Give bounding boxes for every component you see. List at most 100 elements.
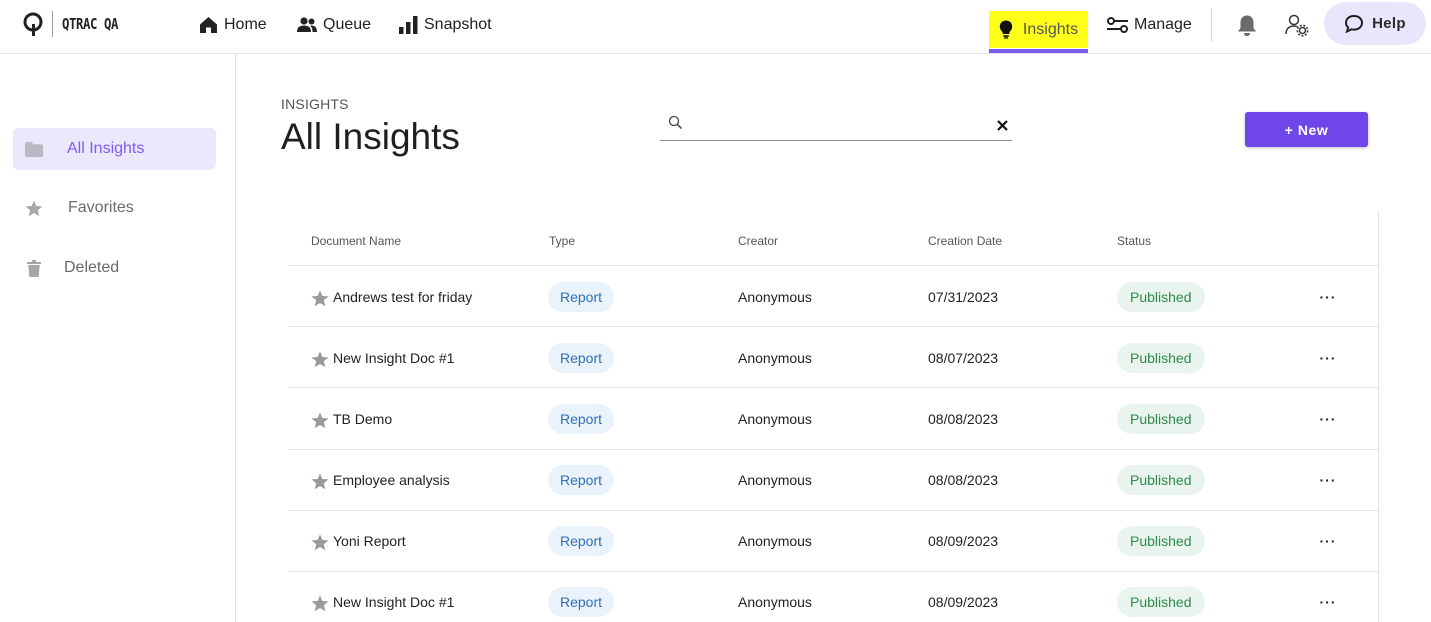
type-badge[interactable]: Report — [548, 342, 615, 373]
column-header-type[interactable]: Type — [549, 234, 575, 248]
nav-home-label: Home — [224, 16, 267, 33]
document-name-cell[interactable]: TB Demo — [311, 388, 392, 449]
type-badge[interactable]: Report — [548, 465, 615, 496]
nav-manage[interactable]: Manage — [1107, 12, 1192, 38]
table-row[interactable]: New Insight Doc #1 Report Anonymous 08/0… — [288, 572, 1379, 622]
creator-cell: Anonymous — [738, 288, 812, 305]
brand-logo[interactable]: QTRAC QA — [22, 9, 130, 39]
creator-cell: Anonymous — [738, 410, 812, 427]
status-badge: Published — [1117, 403, 1205, 434]
search-input[interactable] — [692, 112, 982, 138]
creation-date-cell: 08/08/2023 — [928, 410, 999, 427]
nav-insights[interactable]: Insights — [989, 11, 1088, 48]
nav-snapshot-label: Snapshot — [424, 16, 492, 33]
type-cell: Report — [548, 572, 615, 622]
bell-icon[interactable] — [1237, 14, 1257, 37]
star-icon[interactable] — [311, 473, 329, 490]
section-eyebrow: INSIGHTS — [281, 96, 349, 112]
nav-snapshot[interactable]: Snapshot — [399, 12, 492, 38]
document-name: Andrews test for friday — [333, 288, 473, 305]
star-icon[interactable] — [311, 534, 329, 551]
type-badge[interactable]: Report — [548, 403, 615, 434]
brand-name: QTRAC QA — [62, 15, 118, 33]
page-title: All Insights — [281, 116, 460, 157]
close-icon[interactable] — [997, 120, 1008, 131]
document-name-cell[interactable]: Andrews test for friday — [311, 266, 472, 327]
table-row[interactable]: Employee analysis Report Anonymous 08/08… — [288, 450, 1379, 511]
creation-date-cell: 08/08/2023 — [928, 472, 999, 489]
column-header-creator[interactable]: Creator — [738, 234, 778, 248]
status-badge: Published — [1117, 342, 1205, 373]
status-badge: Published — [1117, 526, 1205, 557]
document-name-cell[interactable]: New Insight Doc #1 — [311, 327, 454, 388]
star-icon[interactable] — [311, 412, 329, 429]
star-icon[interactable] — [311, 595, 329, 612]
qtrac-logo-icon — [23, 12, 43, 36]
more-options-icon[interactable]: ··· — [1313, 450, 1343, 511]
sidebar-item-all-insights[interactable]: All Insights — [13, 128, 216, 170]
sidebar-item-deleted[interactable]: Deleted — [13, 247, 216, 289]
table-header: Document Name Type Creator Creation Date… — [288, 212, 1379, 266]
status-badge: Published — [1117, 465, 1205, 496]
chat-bubble-icon — [1345, 14, 1364, 33]
table-row[interactable]: New Insight Doc #1 Report Anonymous 08/0… — [288, 327, 1379, 389]
status-badge: Published — [1117, 281, 1205, 312]
type-badge[interactable]: Report — [548, 526, 615, 557]
nav-home[interactable]: Home — [199, 12, 267, 38]
people-icon — [297, 17, 317, 32]
status-cell: Published — [1117, 327, 1205, 388]
creator-cell: Anonymous — [738, 533, 812, 550]
more-options-icon[interactable]: ··· — [1313, 572, 1343, 622]
column-header-status[interactable]: Status — [1117, 234, 1151, 248]
column-header-creation-date[interactable]: Creation Date — [928, 234, 1002, 248]
column-header-document-name[interactable]: Document Name — [311, 234, 401, 248]
status-cell: Published — [1117, 572, 1205, 622]
trash-icon — [13, 259, 55, 277]
document-name: TB Demo — [333, 410, 393, 427]
creation-date-cell: 07/31/2023 — [928, 288, 999, 305]
type-cell: Report — [548, 511, 615, 572]
sidebar-item-favorites[interactable]: Favorites — [13, 187, 216, 229]
creator-cell: Anonymous — [738, 594, 812, 611]
table-row[interactable]: TB Demo Report Anonymous 08/08/2023 Publ… — [288, 388, 1379, 450]
type-cell: Report — [548, 450, 615, 511]
new-insight-button[interactable]: + New — [1245, 112, 1368, 147]
document-name: Employee analysis — [333, 472, 450, 489]
table-body: Andrews test for friday Report Anonymous… — [288, 266, 1379, 622]
sidebar-item-label: Favorites — [68, 199, 134, 216]
more-options-icon[interactable]: ··· — [1313, 511, 1343, 572]
home-icon — [200, 17, 217, 33]
document-name-cell[interactable]: New Insight Doc #1 — [311, 572, 454, 622]
brand-divider — [52, 11, 53, 37]
document-name-cell[interactable]: Employee analysis — [311, 450, 450, 511]
status-cell: Published — [1117, 450, 1205, 511]
nav-insights-label: Insights — [1022, 20, 1079, 38]
creation-date-cell: 08/09/2023 — [928, 533, 999, 550]
creator-cell: Anonymous — [738, 349, 812, 366]
table-row[interactable]: Andrews test for friday Report Anonymous… — [288, 266, 1379, 328]
type-cell: Report — [548, 388, 615, 449]
type-cell: Report — [548, 327, 615, 388]
table-row[interactable]: Yoni Report Report Anonymous 08/09/2023 … — [288, 511, 1379, 572]
nav-manage-label: Manage — [1134, 16, 1192, 33]
star-icon[interactable] — [311, 290, 329, 307]
star-icon[interactable] — [311, 351, 329, 368]
sidebar-item-label: All Insights — [67, 140, 145, 157]
search-bar — [660, 110, 1012, 141]
search-icon — [668, 115, 683, 130]
star-icon — [13, 200, 55, 217]
help-button[interactable]: Help — [1324, 2, 1426, 45]
type-badge[interactable]: Report — [548, 281, 615, 312]
bar-chart-icon — [399, 16, 418, 34]
sidebar: All Insights Favorites Deleted — [0, 54, 236, 622]
document-name-cell[interactable]: Yoni Report — [311, 511, 406, 572]
status-badge: Published — [1117, 587, 1205, 618]
more-options-icon[interactable]: ··· — [1313, 388, 1343, 449]
user-settings-icon[interactable] — [1285, 13, 1309, 37]
more-options-icon[interactable]: ··· — [1313, 266, 1343, 327]
type-badge[interactable]: Report — [548, 587, 615, 618]
more-options-icon[interactable]: ··· — [1313, 327, 1343, 388]
document-name: New Insight Doc #1 — [333, 349, 455, 366]
nav-queue[interactable]: Queue — [297, 12, 371, 38]
sidebar-item-label: Deleted — [64, 259, 120, 276]
